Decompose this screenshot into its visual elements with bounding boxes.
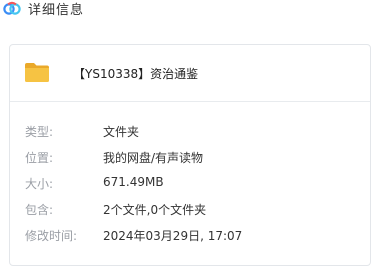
details-card: 【YS10338】资治通鉴 类型: 文件夹 位置: 我的网盘/有声读物 大小: … bbox=[9, 44, 371, 266]
modified-value: 2024年03月29日, 17:07 bbox=[103, 229, 243, 243]
contains-label: 包含: bbox=[25, 203, 54, 217]
type-value: 文件夹 bbox=[103, 125, 140, 139]
file-header: 【YS10338】资治通鉴 bbox=[10, 45, 370, 102]
contains-value: 2个文件,0个文件夹 bbox=[103, 203, 207, 217]
detail-row-type: 类型: 文件夹 bbox=[10, 123, 370, 143]
details-window: 详细信息 【YS10338】资治通鉴 类型: 文件夹 位置: 我的网盘/有声读物… bbox=[0, 0, 386, 270]
location-label: 位置: bbox=[25, 151, 54, 165]
detail-row-contains: 包含: 2个文件,0个文件夹 bbox=[10, 201, 370, 221]
detail-row-location: 位置: 我的网盘/有声读物 bbox=[10, 149, 370, 169]
detail-row-size: 大小: 671.49MB bbox=[10, 175, 370, 195]
title-bar: 详细信息 bbox=[0, 0, 386, 24]
baidu-netdisk-logo-icon bbox=[3, 1, 21, 15]
window-title: 详细信息 bbox=[28, 3, 85, 18]
detail-row-modified: 修改时间: 2024年03月29日, 17:07 bbox=[10, 227, 370, 247]
size-value: 671.49MB bbox=[103, 175, 164, 189]
folder-icon bbox=[25, 63, 49, 82]
type-label: 类型: bbox=[25, 125, 54, 139]
size-label: 大小: bbox=[25, 177, 54, 191]
location-value: 我的网盘/有声读物 bbox=[103, 151, 204, 165]
file-name: 【YS10338】资治通鉴 bbox=[73, 67, 199, 81]
modified-label: 修改时间: bbox=[25, 229, 78, 243]
